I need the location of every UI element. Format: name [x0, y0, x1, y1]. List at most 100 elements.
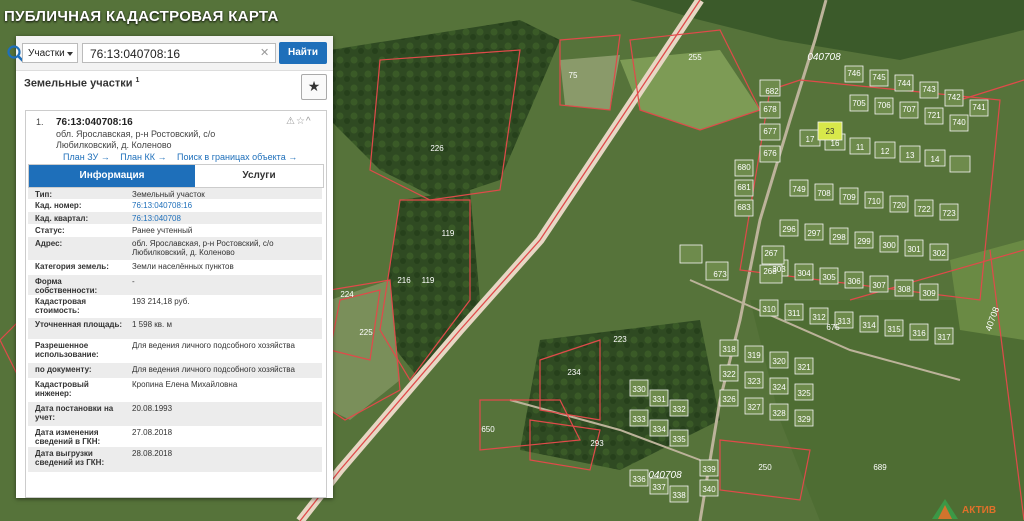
- star-icon: ★: [307, 78, 321, 94]
- tab-info[interactable]: Информация: [29, 165, 195, 187]
- info-row: Категория земель: Земли населённых пункто…: [28, 260, 322, 275]
- svg-text:707: 707: [902, 105, 916, 114]
- info-row-value: Кропина Елена Михайловна: [132, 380, 238, 389]
- svg-text:681: 681: [737, 183, 751, 192]
- svg-text:334: 334: [652, 425, 666, 434]
- result-address: обл. Ярославская, р-н Ростовский, с/о Лю…: [56, 129, 216, 150]
- info-row-label: Форма собственности:: [35, 277, 98, 295]
- plan-zu-link[interactable]: План ЗУ →: [63, 152, 110, 162]
- svg-text:329: 329: [797, 415, 811, 424]
- svg-text:336: 336: [632, 475, 646, 484]
- svg-text:318: 318: [722, 345, 736, 354]
- info-row: Кадастровая стоимость: 193 214,18 руб.: [28, 295, 322, 318]
- info-row: Форма собственности: -: [28, 275, 322, 295]
- svg-text:17: 17: [806, 135, 815, 144]
- svg-text:301: 301: [907, 245, 921, 254]
- svg-text:325: 325: [797, 389, 811, 398]
- svg-text:11: 11: [856, 143, 865, 152]
- svg-text:680: 680: [737, 163, 751, 172]
- info-row: Тип: Земельный участок: [28, 188, 322, 199]
- svg-text:305: 305: [822, 273, 836, 282]
- svg-text:709: 709: [842, 193, 856, 202]
- svg-text:297: 297: [807, 229, 821, 238]
- svg-text:710: 710: [867, 197, 881, 206]
- svg-text:040708: 040708: [648, 470, 682, 481]
- svg-text:332: 332: [672, 405, 686, 414]
- svg-text:677: 677: [763, 127, 777, 136]
- svg-text:708: 708: [817, 189, 831, 198]
- svg-text:12: 12: [881, 147, 890, 156]
- svg-text:75: 75: [569, 71, 578, 80]
- svg-text:234: 234: [567, 368, 581, 377]
- info-row-value: 28.08.2018: [132, 449, 173, 458]
- info-row-label: Категория земель:: [35, 262, 109, 271]
- find-button[interactable]: Найти: [279, 42, 327, 64]
- info-row: Дата выгрузки сведений из ГКН: 28.08.2018: [28, 447, 322, 472]
- svg-text:119: 119: [442, 229, 455, 238]
- svg-text:650: 650: [481, 425, 495, 434]
- svg-text:338: 338: [672, 491, 686, 500]
- info-row-label: Статус:: [35, 226, 65, 235]
- clear-icon[interactable]: ✕: [260, 46, 269, 59]
- info-row-value: -: [132, 277, 135, 286]
- tab-services[interactable]: Услуги: [195, 165, 323, 187]
- logo-text: АКТИВ: [962, 505, 997, 516]
- info-row-value: Земли населённых пунктов: [132, 262, 234, 271]
- object-type-select[interactable]: Участки: [22, 43, 78, 63]
- svg-text:223: 223: [613, 335, 627, 344]
- svg-text:749: 749: [792, 185, 806, 194]
- info-row-value: Ранее учтенный: [132, 226, 193, 235]
- svg-text:307: 307: [872, 281, 886, 290]
- result-card: 1. 76:13:040708:16 обл. Ярославская, р-н…: [25, 110, 327, 498]
- page-title: ПУБЛИЧНАЯ КАДАСТРОВАЯ КАРТА: [4, 8, 279, 25]
- info-row: по документу: Для ведения личного подсобн…: [28, 363, 322, 378]
- result-action-icons[interactable]: ⚠☆^: [286, 116, 312, 127]
- info-row-label: Кад. номер:: [35, 201, 82, 210]
- svg-text:310: 310: [762, 305, 776, 314]
- info-row-value: 27.08.2018: [132, 428, 173, 437]
- svg-text:319: 319: [747, 351, 761, 360]
- svg-text:250: 250: [758, 463, 772, 472]
- plan-kk-link[interactable]: План КК →: [120, 152, 166, 162]
- svg-text:224: 224: [340, 290, 354, 299]
- svg-text:316: 316: [912, 329, 926, 338]
- info-row-value[interactable]: 76:13:040708:16: [132, 201, 320, 210]
- svg-text:314: 314: [862, 321, 876, 330]
- svg-text:322: 322: [722, 370, 736, 379]
- info-row-label: Дата выгрузки сведений из ГКН:: [35, 449, 105, 467]
- svg-text:746: 746: [847, 69, 861, 78]
- svg-text:308: 308: [897, 285, 911, 294]
- svg-text:340: 340: [702, 485, 716, 494]
- info-row-label: Кад. квартал:: [35, 214, 89, 223]
- info-row: Дата постановки на учет: 20.08.1993: [28, 402, 322, 426]
- svg-text:312: 312: [812, 313, 826, 322]
- svg-text:740: 740: [952, 118, 966, 127]
- svg-text:293: 293: [590, 439, 604, 448]
- search-in-bounds-link[interactable]: Поиск в границах объекта →: [177, 152, 297, 162]
- result-number: 1.: [36, 117, 44, 127]
- favorites-star-button[interactable]: ★: [301, 74, 327, 100]
- info-row-label: Тип:: [35, 190, 52, 199]
- svg-text:721: 721: [927, 111, 941, 120]
- aktiv-logo-icon: [932, 499, 958, 519]
- svg-text:706: 706: [877, 101, 891, 110]
- search-bar: Участки 76:13:040708:16 ✕ Найти: [7, 36, 333, 71]
- svg-text:324: 324: [772, 383, 786, 392]
- svg-text:330: 330: [632, 385, 646, 394]
- svg-text:304: 304: [797, 269, 811, 278]
- info-row-label: по документу:: [35, 365, 92, 374]
- svg-text:13: 13: [906, 151, 915, 160]
- svg-text:339: 339: [702, 465, 716, 474]
- svg-text:683: 683: [737, 203, 751, 212]
- info-row-value: 1 598 кв. м: [132, 320, 172, 329]
- svg-text:331: 331: [652, 395, 666, 404]
- svg-text:311: 311: [788, 309, 801, 318]
- info-row-value[interactable]: 76:13:040708: [132, 214, 320, 223]
- info-row: Дата изменения сведений в ГКН: 27.08.2018: [28, 426, 322, 447]
- info-row-value: 193 214,18 руб.: [132, 297, 190, 306]
- search-panel: Участки 76:13:040708:16 ✕ Найти Земельны…: [7, 36, 333, 498]
- info-row-value: обл. Ярославская, р-н Ростовский, с/о Лю…: [132, 239, 274, 257]
- search-input[interactable]: 76:13:040708:16: [82, 43, 276, 63]
- result-cad-number[interactable]: 76:13:040708:16: [56, 117, 133, 128]
- info-row-label: Уточненная площадь:: [35, 320, 123, 329]
